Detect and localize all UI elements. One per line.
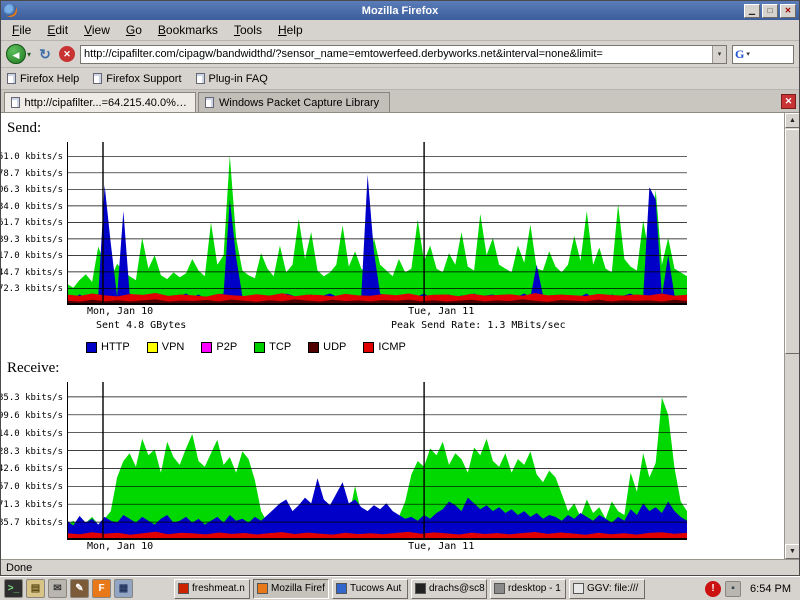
- task-icon: [415, 583, 426, 594]
- task-icon: [178, 583, 189, 594]
- menu-help[interactable]: Help: [271, 21, 310, 39]
- close-tab-button[interactable]: ✕: [781, 94, 796, 109]
- scrollbar-thumb[interactable]: [785, 129, 799, 354]
- page-icon: [11, 97, 20, 108]
- http-swatch: [86, 342, 97, 353]
- tab-cipafilter[interactable]: http://cipafilter...=64.215.40.0%2F24: [4, 92, 196, 112]
- update-alert-icon[interactable]: !: [705, 581, 721, 597]
- taskbtn-firefox[interactable]: Mozilla Firef: [253, 579, 329, 599]
- taskbtn-freshmeat[interactable]: freshmeat.n: [174, 579, 250, 599]
- search-box[interactable]: G ▾: [732, 45, 794, 64]
- send-chart-footer: Sent 4.8 GBytes Peak Send Rate: 1.3 MBit…: [1, 320, 784, 333]
- url-bar: ▾: [80, 45, 727, 64]
- menu-view[interactable]: View: [77, 21, 117, 39]
- send-x-axis-labels: Mon, Jan 10Tue, Jan 11: [67, 305, 687, 318]
- status-bar: Done: [1, 559, 799, 575]
- firefox-window: Mozilla Firefox ▁ □ ✕ File Edit View Go …: [0, 0, 800, 576]
- task-button-list: freshmeat.n Mozilla Firef Tucows Aut dra…: [174, 579, 645, 599]
- url-input[interactable]: [81, 46, 712, 63]
- task-icon: [494, 583, 505, 594]
- p2p-swatch: [201, 342, 212, 353]
- task-icon: [257, 583, 268, 594]
- taskbtn-ggv[interactable]: GGV: file:///: [569, 579, 645, 599]
- editor-launcher-icon[interactable]: ✎: [70, 579, 89, 598]
- tab-winpcap[interactable]: Windows Packet Capture Library: [198, 92, 390, 112]
- workspace-pager-icon[interactable]: ▦: [114, 579, 133, 598]
- vpn-swatch: [147, 342, 158, 353]
- receive-x-axis-labels: Mon, Jan 10Tue, Jan 11: [67, 540, 687, 553]
- receive-chart-block: Receive: 1485.3 kbits/s1299.6 kbits/s111…: [1, 360, 784, 553]
- vertical-scrollbar[interactable]: ▲ ▼: [784, 113, 799, 559]
- google-icon: G: [735, 47, 744, 62]
- menu-tools[interactable]: Tools: [227, 21, 269, 39]
- taskbtn-tucows[interactable]: Tucows Aut: [332, 579, 408, 599]
- url-dropdown-icon[interactable]: ▾: [712, 46, 726, 63]
- receive-y-axis-labels: 1485.3 kbits/s1299.6 kbits/s1114.0 kbits…: [1, 382, 67, 540]
- legend-p2p: P2P: [201, 341, 237, 353]
- bookmark-icon: [196, 73, 205, 84]
- bookmarks-toolbar: Firefox Help Firefox Support Plug-in FAQ: [1, 68, 799, 90]
- bookmark-icon: [93, 73, 102, 84]
- legend-http: HTTP: [86, 341, 130, 353]
- menu-bookmarks[interactable]: Bookmarks: [151, 21, 225, 39]
- menu-edit[interactable]: Edit: [40, 21, 75, 39]
- navigation-toolbar: ◀ ▾ ↻ ✕ ▾ G ▾: [1, 41, 799, 68]
- reload-button[interactable]: ↻: [36, 45, 54, 63]
- bandwidthd-page: Send: 1551.0 kbits/s1378.7 kbits/s1206.3…: [1, 113, 784, 559]
- tab-bar: http://cipafilter...=64.215.40.0%2F24 Wi…: [1, 90, 799, 113]
- mail-launcher-icon[interactable]: ✉: [48, 579, 67, 598]
- file-manager-launcher-icon[interactable]: ▤: [26, 579, 45, 598]
- send-y-axis-labels: 1551.0 kbits/s1378.7 kbits/s1206.3 kbits…: [1, 142, 67, 305]
- receive-chart-plot: [67, 382, 687, 540]
- send-chart-plot: [67, 142, 687, 305]
- send-heading: Send:: [7, 120, 784, 137]
- firefox-launcher-icon[interactable]: F: [92, 579, 111, 598]
- maximize-button[interactable]: □: [762, 4, 778, 18]
- bookmark-firefox-help[interactable]: Firefox Help: [7, 73, 79, 85]
- stop-button[interactable]: ✕: [59, 46, 75, 62]
- menu-file[interactable]: File: [5, 21, 38, 39]
- search-engine-dropdown-icon[interactable]: ▾: [746, 50, 750, 58]
- menubar: File Edit View Go Bookmarks Tools Help: [1, 20, 799, 41]
- legend-vpn: VPN: [147, 341, 185, 353]
- tray-app-icon[interactable]: ▪: [725, 581, 741, 597]
- task-icon: [573, 583, 584, 594]
- back-dropdown-icon[interactable]: ▾: [27, 50, 31, 59]
- tcp-swatch: [254, 342, 265, 353]
- protocol-legend: HTTP VPN P2P TCP UDP ICMP: [86, 341, 784, 353]
- udp-swatch: [308, 342, 319, 353]
- taskbar: >_ ▤ ✉ ✎ F ▦ freshmeat.n Mozilla Firef T…: [0, 576, 800, 600]
- scroll-up-icon[interactable]: ▲: [785, 113, 799, 128]
- bookmark-icon: [7, 73, 16, 84]
- page-icon: [205, 97, 214, 108]
- clock: 6:54 PM: [745, 583, 796, 595]
- minimize-button[interactable]: ▁: [744, 4, 760, 18]
- send-chart-block: Send: 1551.0 kbits/s1378.7 kbits/s1206.3…: [1, 120, 784, 333]
- bookmark-plugin-faq[interactable]: Plug-in FAQ: [196, 73, 268, 85]
- task-icon: [336, 583, 347, 594]
- peak-send-rate: Peak Send Rate: 1.3 MBits/sec: [391, 320, 566, 331]
- back-arrow-icon: ◀: [6, 44, 26, 64]
- browser-content: Send: 1551.0 kbits/s1378.7 kbits/s1206.3…: [1, 113, 799, 559]
- legend-udp: UDP: [308, 341, 346, 353]
- legend-icmp: ICMP: [363, 341, 406, 353]
- back-button[interactable]: ◀ ▾: [6, 44, 31, 64]
- legend-tcp: TCP: [254, 341, 291, 353]
- taskbtn-rdesktop[interactable]: rdesktop - 1: [490, 579, 566, 599]
- scroll-down-icon[interactable]: ▼: [785, 544, 799, 559]
- close-button[interactable]: ✕: [780, 4, 796, 18]
- titlebar[interactable]: Mozilla Firefox ▁ □ ✕: [1, 1, 799, 20]
- window-title: Mozilla Firefox: [1, 5, 799, 17]
- sent-total: Sent 4.8 GBytes: [96, 320, 186, 331]
- icmp-swatch: [363, 342, 374, 353]
- status-text: Done: [6, 562, 32, 574]
- terminal-launcher-icon[interactable]: >_: [4, 579, 23, 598]
- desktop: Mozilla Firefox ▁ □ ✕ File Edit View Go …: [0, 0, 800, 600]
- taskbtn-terminal[interactable]: drachs@sc8: [411, 579, 487, 599]
- receive-heading: Receive:: [7, 360, 784, 377]
- system-tray: ! ▪ 6:54 PM: [705, 581, 796, 597]
- menu-go[interactable]: Go: [119, 21, 149, 39]
- bookmark-firefox-support[interactable]: Firefox Support: [93, 73, 181, 85]
